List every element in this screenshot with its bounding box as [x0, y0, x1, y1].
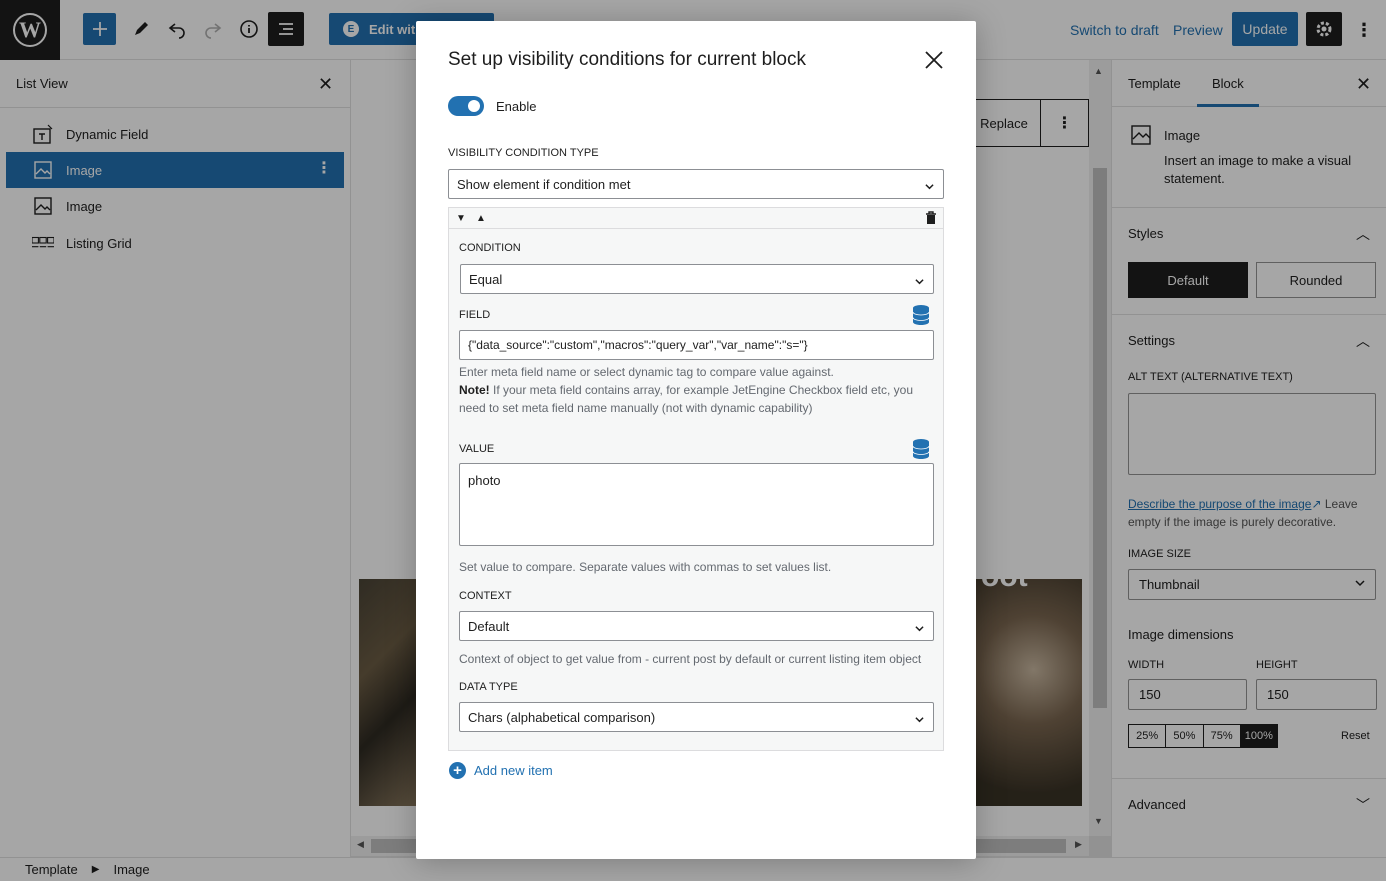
field-help-note-text: If your meta field contains array, for e…	[459, 383, 913, 415]
close-modal-button[interactable]	[921, 47, 947, 73]
close-icon	[925, 51, 943, 69]
dynamic-tag-database-icon[interactable]	[911, 438, 931, 460]
collapse-arrow-down-icon[interactable]: ▼	[456, 213, 466, 224]
chevron-down-icon	[915, 621, 924, 632]
condition-select[interactable]: Equal	[460, 264, 934, 294]
condition-value: Equal	[469, 271, 503, 287]
enable-toggle[interactable]	[448, 96, 484, 116]
field-input[interactable]: {"data_source":"custom","macros":"query_…	[459, 330, 934, 360]
chevron-down-icon	[915, 712, 924, 723]
context-help: Context of object to get value from - cu…	[459, 652, 922, 666]
visibility-conditions-modal: Set up visibility conditions for current…	[416, 21, 976, 859]
trash-icon[interactable]	[925, 211, 937, 228]
value-textarea[interactable]: photo	[459, 463, 934, 546]
field-help-note: Note!	[459, 383, 490, 397]
chevron-down-icon	[925, 179, 934, 190]
context-value: Default	[468, 618, 510, 634]
condition-type-value: Show element if condition met	[457, 176, 631, 192]
context-label: CONTEXT	[459, 590, 512, 602]
data-type-value: Chars (alphabetical comparison)	[468, 709, 656, 725]
plus-circle-icon: +	[449, 762, 466, 779]
condition-type-select[interactable]: Show element if condition met	[448, 169, 944, 199]
data-type-select[interactable]: Chars (alphabetical comparison)	[459, 702, 934, 732]
dynamic-tag-database-icon[interactable]	[911, 304, 931, 326]
collapse-arrow-up-icon[interactable]: ▲	[476, 213, 486, 224]
add-new-item-button[interactable]: + Add new item	[449, 762, 553, 779]
modal-title: Set up visibility conditions for current…	[448, 49, 806, 70]
chevron-down-icon	[915, 274, 924, 285]
condition-type-label: VISIBILITY CONDITION TYPE	[448, 147, 599, 159]
value-label: VALUE	[459, 443, 495, 455]
field-label: FIELD	[459, 309, 491, 321]
data-type-label: DATA TYPE	[459, 681, 518, 693]
field-help-text: Enter meta field name or select dynamic …	[459, 365, 834, 379]
condition-label: CONDITION	[459, 242, 521, 254]
value-help: Set value to compare. Separate values wi…	[459, 560, 832, 574]
context-select[interactable]: Default	[459, 611, 934, 641]
add-new-item-label: Add new item	[474, 763, 553, 778]
condition-repeater-item: ▼ ▲ CONDITION Equal FIELD {"data_source"…	[448, 207, 944, 751]
repeater-item-header: ▼ ▲	[449, 208, 943, 229]
field-help: Enter meta field name or select dynamic …	[459, 363, 929, 417]
enable-label: Enable	[496, 99, 537, 114]
